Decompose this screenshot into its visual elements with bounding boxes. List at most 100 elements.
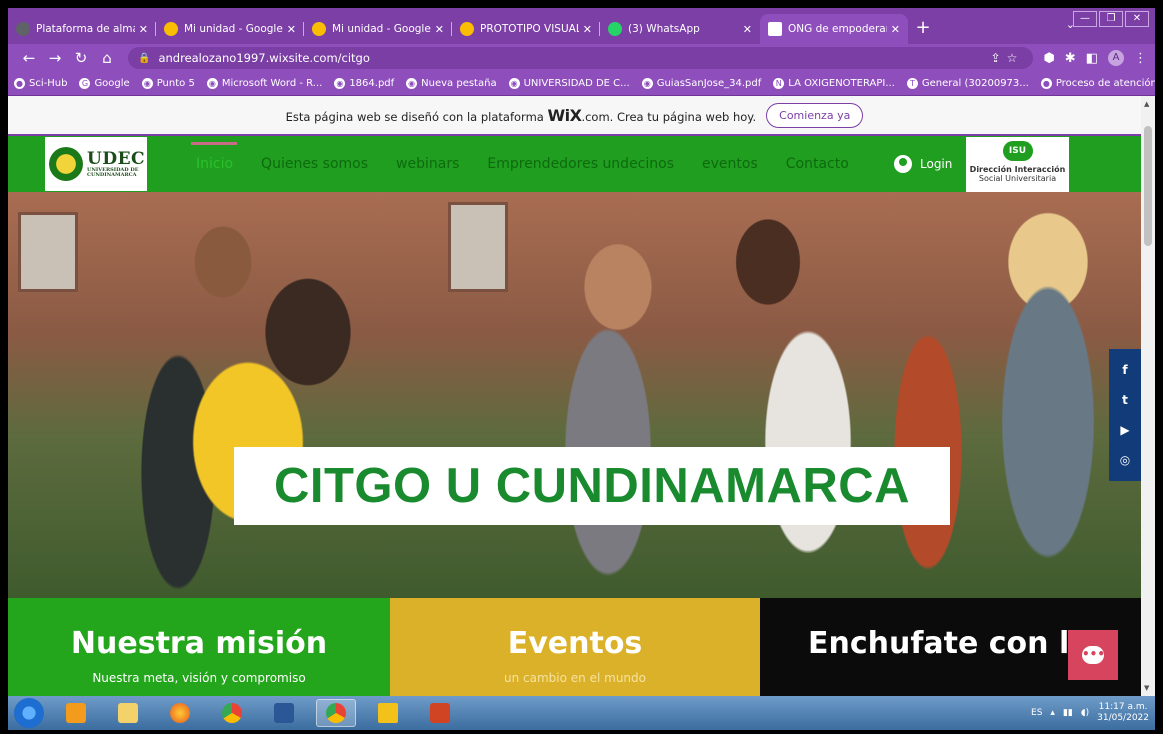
browser-tab-active[interactable]: ONG de empoderamiento✕ xyxy=(760,14,908,44)
side-panel-icon[interactable]: ◧ xyxy=(1086,51,1098,66)
nav-item-quienes-somos[interactable]: Quienes somos xyxy=(261,156,368,172)
forward-icon[interactable]: → xyxy=(42,49,68,67)
tray-arrow-icon[interactable]: ▴ xyxy=(1050,708,1055,718)
globe-icon: ◉ xyxy=(141,78,153,89)
bookmark[interactable]: T General (30200973... xyxy=(906,78,1029,89)
page-viewport: Esta página web se diseñó con la platafo… xyxy=(8,96,1141,696)
bookmark[interactable]: ● Sci-Hub xyxy=(14,78,67,89)
restore-icon[interactable]: ❐ xyxy=(1099,11,1123,27)
home-icon[interactable]: ⌂ xyxy=(94,49,120,67)
browser-tab[interactable]: Plataforma de almacenam✕ xyxy=(8,14,156,44)
taskbar-app[interactable] xyxy=(160,699,200,727)
scroll-down-icon[interactable]: ▼ xyxy=(1144,684,1149,692)
volume-icon[interactable]: ◖) xyxy=(1081,708,1089,718)
taskbar-app[interactable] xyxy=(264,699,304,727)
url-field[interactable]: 🔒 andrealozano1997.wixsite.com/citgo ⇪☆ xyxy=(128,47,1034,69)
bookmark[interactable]: ●Proceso de atención... xyxy=(1040,78,1155,89)
browser-tab[interactable]: Mi unidad - Google Drive✕ xyxy=(304,14,452,44)
clock[interactable]: 11:17 a.m. 31/05/2022 xyxy=(1097,702,1149,724)
udec-logo[interactable]: UDEC UNIVERSIDAD DE CUNDINAMARCA xyxy=(45,137,147,191)
new-tab-button[interactable]: + xyxy=(908,14,938,44)
google-icon: G xyxy=(79,78,91,89)
extensions: ⬢ ✱ ◧ A ⋮ xyxy=(1043,50,1147,66)
taskbar-app-active[interactable] xyxy=(316,699,356,727)
extensions-puzzle-icon[interactable]: ✱ xyxy=(1065,51,1076,66)
browser-tab[interactable]: Mi unidad - Google Drive✕ xyxy=(156,14,304,44)
nav-item-contacto[interactable]: Contacto xyxy=(786,156,849,172)
hero-title-box: CITGO U CUNDINAMARCA xyxy=(234,447,950,525)
card-title: Nuestra misión xyxy=(70,626,328,661)
taskbar-app[interactable] xyxy=(420,699,460,727)
wix-banner: Esta página web se diseñó con la platafo… xyxy=(8,96,1141,136)
bookmark[interactable]: ◉ Punto 5 xyxy=(141,78,195,89)
social-bar: f t ▶ ◎ xyxy=(1109,349,1141,481)
card-eventos[interactable]: Eventos un cambio en el mundo xyxy=(390,598,760,696)
bookmark[interactable]: G Google xyxy=(79,78,130,89)
card-mision[interactable]: Nuestra misión Nuestra meta, visión y co… xyxy=(8,598,390,696)
close-tab-icon[interactable]: ✕ xyxy=(891,23,900,36)
bookmark-icon: ● xyxy=(14,78,25,89)
isu-line2: Social Universitaria xyxy=(978,174,1057,183)
window-controls: — ❐ ✕ xyxy=(1073,11,1149,27)
taskbar-app[interactable] xyxy=(108,699,148,727)
bookmark[interactable]: ◉ Nueva pestaña xyxy=(406,78,497,89)
user-icon xyxy=(894,155,912,173)
close-window-icon[interactable]: ✕ xyxy=(1125,11,1149,27)
browser-tab[interactable]: PROTOTIPO VISUAL DE LA✕ xyxy=(452,14,600,44)
nav-item-emprendedores[interactable]: Emprendedores undecinos xyxy=(487,156,674,172)
login-button[interactable]: Login xyxy=(894,136,952,192)
scroll-up-icon[interactable]: ▲ xyxy=(1144,100,1149,108)
extension-shield-icon[interactable]: ⬢ xyxy=(1043,51,1054,66)
address-bar-row: ← → ↻ ⌂ 🔒 andrealozano1997.wixsite.com/c… xyxy=(8,44,1155,72)
page-scrollbar[interactable]: ▲ ▼ xyxy=(1141,96,1155,696)
nav-item-inicio[interactable]: Inicio xyxy=(190,142,238,172)
bookmark[interactable]: N LA OXIGENOTERAPI... xyxy=(773,78,895,89)
drive-icon xyxy=(164,22,178,36)
taskbar-app[interactable] xyxy=(56,699,96,727)
browser-tab[interactable]: (3) WhatsApp ✕ xyxy=(600,14,760,44)
chrome-icon xyxy=(326,703,346,723)
minimize-icon[interactable]: — xyxy=(1073,11,1097,27)
profile-avatar[interactable]: A xyxy=(1108,50,1124,66)
reload-icon[interactable]: ↻ xyxy=(68,49,94,67)
windows-taskbar: ES ▴ ▮▮ ◖) 11:17 a.m. 31/05/2022 xyxy=(8,696,1155,730)
bookmark[interactable]: ◉ UNIVERSIDAD DE C... xyxy=(508,78,630,89)
close-tab-icon[interactable]: ✕ xyxy=(743,23,752,36)
start-button[interactable] xyxy=(14,698,44,728)
scroll-thumb[interactable] xyxy=(1144,126,1152,246)
close-tab-icon[interactable]: ✕ xyxy=(139,23,148,36)
twitter-icon[interactable]: t xyxy=(1122,393,1128,407)
facebook-icon[interactable]: f xyxy=(1122,363,1127,377)
youtube-icon[interactable]: ▶ xyxy=(1120,423,1129,437)
card-subtitle: un cambio en el mundo xyxy=(504,671,646,685)
chat-button[interactable]: ••• xyxy=(1068,630,1118,680)
isu-logo[interactable]: ISU Dirección Interacción Social Univers… xyxy=(966,137,1069,192)
start-now-button[interactable]: Comienza ya xyxy=(766,102,864,128)
wix-banner-text: Esta página web se diseñó con la platafo… xyxy=(285,105,757,125)
isu-mark: ISU xyxy=(1002,141,1033,161)
language-indicator[interactable]: ES xyxy=(1031,708,1042,718)
close-tab-icon[interactable]: ✕ xyxy=(583,23,592,36)
close-tab-icon[interactable]: ✕ xyxy=(435,23,444,36)
globe-icon: ◉ xyxy=(206,78,218,89)
taskbar-app[interactable] xyxy=(368,699,408,727)
bookmark-icon: ● xyxy=(1040,78,1052,89)
close-tab-icon[interactable]: ✕ xyxy=(287,23,296,36)
tab-favicon-icon xyxy=(16,22,30,36)
instagram-icon[interactable]: ◎ xyxy=(1120,453,1130,467)
taskbar-app[interactable] xyxy=(212,699,252,727)
globe-icon: ◉ xyxy=(406,78,418,89)
back-icon[interactable]: ← xyxy=(16,49,42,67)
menu-kebab-icon[interactable]: ⋮ xyxy=(1134,51,1147,66)
nav-item-eventos[interactable]: eventos xyxy=(702,156,758,172)
network-icon[interactable]: ▮▮ xyxy=(1063,708,1073,718)
nav-item-webinars[interactable]: webinars xyxy=(396,156,459,172)
bookmark[interactable]: ◉ Microsoft Word - R... xyxy=(206,78,322,89)
share-star-icons[interactable]: ⇪☆ xyxy=(991,51,1024,65)
university-seal-icon xyxy=(49,147,83,181)
card-title: Eventos xyxy=(507,626,643,661)
bookmark[interactable]: ◉ GuiasSanJose_34.pdf xyxy=(641,78,761,89)
chat-icon: ••• xyxy=(1082,646,1105,664)
powerpoint-icon xyxy=(430,703,450,723)
bookmark[interactable]: ◉ 1864.pdf xyxy=(334,78,394,89)
